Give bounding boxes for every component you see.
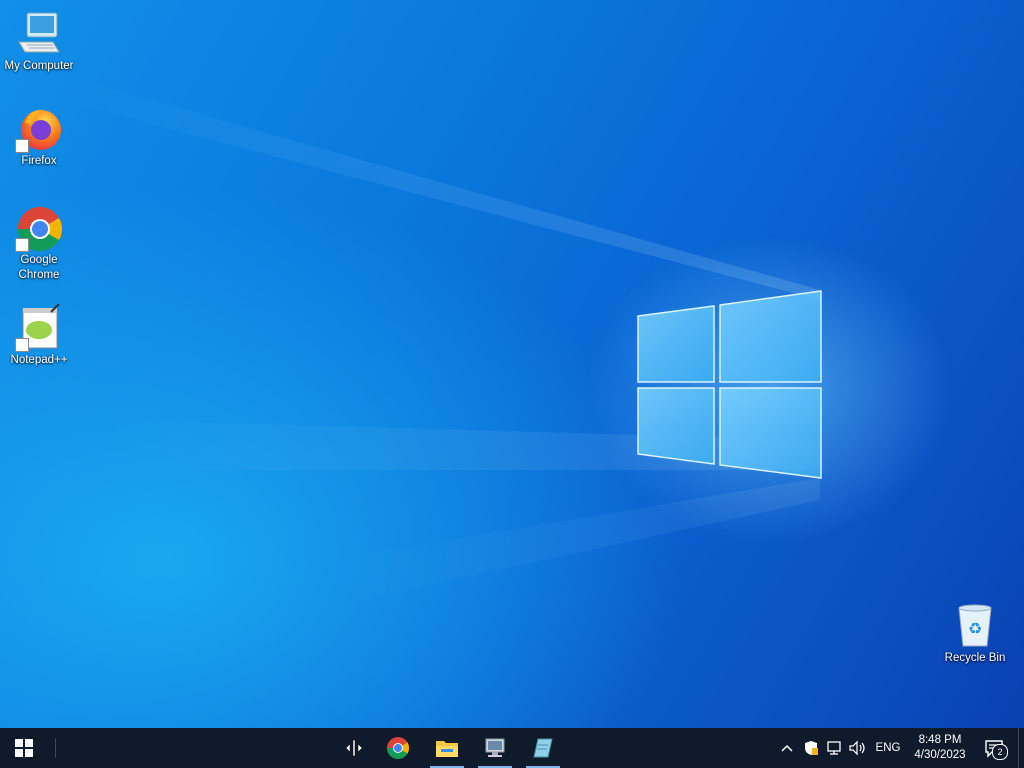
chrome-icon (15, 204, 63, 252)
chrome-icon (387, 737, 409, 759)
desktop-icon-label: Firefox (21, 155, 57, 167)
volume-icon (849, 740, 865, 756)
tray-clock[interactable]: 8:48 PM 4/30/2023 (906, 728, 974, 768)
firefox-icon (15, 105, 63, 153)
recycle-bin-icon: ♻ (951, 602, 999, 650)
taskbar-notes-app[interactable] (522, 728, 564, 768)
monitor-app-icon (485, 738, 505, 757)
shortcut-arrow-icon (15, 139, 29, 153)
taskbar-divider (55, 738, 56, 758)
svg-text:♻: ♻ (968, 619, 982, 638)
desktop-icon-notepadpp[interactable]: Notepad++ (0, 303, 78, 368)
desktop-icon-google-chrome[interactable]: Google Chrome (0, 204, 78, 283)
shield-warning-icon (805, 741, 818, 755)
network-icon (827, 741, 841, 755)
taskbar-google-chrome[interactable] (378, 728, 418, 768)
start-button[interactable] (0, 728, 48, 768)
tray-time: 8:48 PM (918, 734, 962, 746)
tray-show-hidden-button[interactable] (777, 728, 797, 768)
tray-date: 4/30/2023 (914, 749, 966, 761)
desktop-icon-label: Notepad++ (10, 354, 68, 366)
tray-network[interactable] (824, 728, 846, 768)
tray-language[interactable]: ENG (872, 728, 904, 768)
taskbar-screen-app[interactable] (474, 728, 516, 768)
tray-security[interactable] (800, 728, 822, 768)
desktop-icon-firefox[interactable]: Firefox (0, 105, 78, 169)
taskbar-file-explorer[interactable] (426, 728, 468, 768)
tray-volume[interactable] (846, 728, 870, 768)
shortcut-arrow-icon (15, 338, 29, 352)
computer-icon (15, 10, 63, 58)
desktop-icon-label: My Computer (4, 60, 74, 72)
show-desktop-button[interactable] (1019, 728, 1024, 768)
shortcut-arrow-icon (15, 238, 29, 252)
windows-start-icon (15, 739, 33, 757)
folder-icon (436, 741, 458, 757)
desktop-icon-my-computer[interactable]: My Computer (0, 10, 78, 74)
chevron-up-icon (781, 744, 793, 752)
notification-count-badge: 2 (992, 744, 1008, 760)
desktop-icon-recycle-bin[interactable]: ♻ Recycle Bin (936, 602, 1014, 666)
notes-app-icon (533, 738, 553, 758)
desktop: My Computer Firefox Google Chrome Notepa… (0, 0, 1024, 728)
desktop-icon-label: Recycle Bin (944, 652, 1006, 664)
taskbar-move-cursor[interactable] (335, 728, 373, 768)
move-cursor-icon (345, 739, 363, 757)
action-center-button[interactable]: 2 (978, 728, 1010, 768)
notepadpp-icon (15, 303, 63, 352)
desktop-icon-label: Google Chrome (18, 254, 60, 281)
